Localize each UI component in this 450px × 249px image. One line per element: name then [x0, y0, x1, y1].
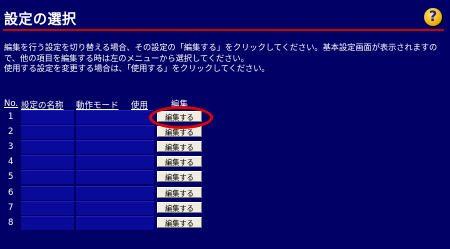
mode-cell: [76, 140, 128, 155]
table-row: 2 編集する: [0, 125, 450, 140]
table-row: 7 編集する: [0, 200, 450, 215]
page-title: 設定の選択: [4, 12, 77, 28]
table-row: 1 編集する: [0, 110, 450, 124]
name-cell: [21, 125, 74, 140]
name-cell: [21, 155, 74, 170]
instructions-text: 編集を行う設定を切り替える場合、その設定の「編集する」をクリックしてください。基…: [4, 42, 438, 73]
name-cell: [21, 215, 74, 230]
column-header-no: No.: [4, 99, 19, 109]
mode-cell: [76, 185, 128, 200]
edit-button[interactable]: 編集する: [157, 171, 202, 183]
mode-cell: [76, 215, 128, 230]
mode-cell: [76, 125, 128, 140]
name-cell: [21, 140, 74, 155]
row-number: 8: [8, 217, 14, 228]
name-cell: [21, 170, 74, 185]
use-cell: [127, 155, 154, 170]
use-cell: [127, 170, 154, 185]
edit-button[interactable]: 編集する: [157, 201, 202, 213]
use-cell: [127, 215, 154, 230]
name-cell: [21, 200, 74, 215]
use-cell: [127, 185, 154, 200]
use-cell: [127, 140, 154, 155]
row-number: 7: [8, 202, 14, 213]
highlight-ring: [149, 106, 213, 129]
row-number: 5: [8, 172, 14, 183]
table-row: 8 編集する: [0, 215, 450, 230]
mode-cell: [76, 110, 128, 124]
row-number: 3: [8, 142, 14, 153]
table-row: 3 編集する: [0, 140, 450, 155]
table-row: 5 編集する: [0, 170, 450, 185]
row-number: 6: [8, 187, 14, 198]
row-number: 1: [8, 112, 14, 122]
name-cell: [21, 110, 74, 124]
edit-button[interactable]: 編集する: [157, 216, 202, 228]
mode-cell: [76, 200, 128, 215]
edit-button[interactable]: 編集する: [157, 156, 202, 168]
mode-cell: [76, 170, 128, 185]
row-number: 4: [8, 157, 14, 168]
edit-button[interactable]: 編集する: [157, 186, 202, 198]
use-cell: [127, 125, 154, 140]
title-divider: [3, 29, 444, 31]
table-row: 4 編集する: [0, 155, 450, 170]
use-cell: [127, 200, 154, 215]
mode-cell: [76, 155, 128, 170]
name-cell: [21, 185, 74, 200]
row-number: 2: [8, 127, 14, 138]
edit-button[interactable]: 編集する: [157, 141, 202, 153]
table-row: 6 編集する: [0, 185, 450, 200]
help-icon[interactable]: ?: [424, 8, 442, 26]
